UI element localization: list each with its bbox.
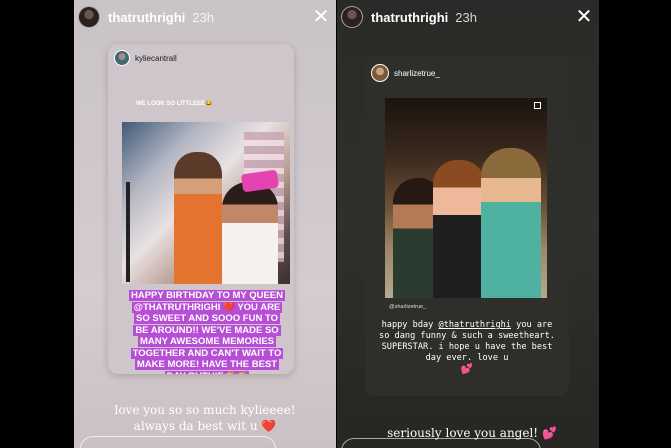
- heart-emoji: 💕: [460, 364, 474, 375]
- caption-line-1: love you so so much kylieeee!: [114, 403, 296, 417]
- reposted-story-card[interactable]: kyliecantrall WE LOOK SO LITTLEEE😂 HAPPY…: [108, 44, 294, 374]
- caption-line-2: always da best wit u ❤️: [133, 419, 277, 433]
- mention-link[interactable]: @thatruthrighi: [439, 320, 511, 330]
- reply-input[interactable]: [341, 438, 541, 448]
- story-left[interactable]: thatruthrighi 23h ✕ kyliecantrall WE LOO…: [74, 0, 336, 448]
- birthday-message: HAPPY BIRTHDAY TO MY QUEEN @THATRUTHRIGH…: [128, 290, 286, 374]
- story-caption: love you so so much kylieeee! always da …: [84, 402, 326, 434]
- card-username[interactable]: kyliecantrall: [135, 54, 177, 63]
- avatar[interactable]: [341, 6, 363, 28]
- story-time: 23h: [192, 9, 214, 25]
- story-username[interactable]: thatruthrighi: [108, 10, 185, 25]
- story-viewer: thatruthrighi 23h ✕ kyliecantrall WE LOO…: [0, 0, 671, 448]
- copy-icon: [534, 102, 541, 109]
- story-photo: [122, 122, 290, 284]
- message-text: happy bday: [381, 320, 439, 330]
- avatar[interactable]: [78, 6, 100, 28]
- avatar[interactable]: [114, 50, 130, 66]
- card-username[interactable]: sharlizetrue_: [394, 69, 440, 78]
- story-header: thatruthrighi 23h ✕: [78, 4, 330, 30]
- heart-emoji: 💕: [541, 426, 557, 440]
- story-message: happy bday @thatruthrighi you are so dan…: [377, 320, 557, 376]
- close-icon[interactable]: ✕: [575, 7, 593, 27]
- avatar[interactable]: [371, 64, 389, 82]
- story-right[interactable]: thatruthrighi 23h ✕ sharlizetrue_ @sharl…: [337, 0, 599, 448]
- close-icon[interactable]: ✕: [312, 7, 330, 27]
- card-header: sharlizetrue_: [371, 64, 440, 82]
- reply-input[interactable]: [80, 436, 276, 448]
- story-header: thatruthrighi 23h ✕: [341, 4, 593, 30]
- photo-credit: @sharlizetrue_: [389, 304, 427, 310]
- birthday-message-text: HAPPY BIRTHDAY TO MY QUEEN @THATRUTHRIGH…: [128, 290, 286, 374]
- story-time: 23h: [455, 9, 477, 25]
- story-photo: [385, 98, 547, 298]
- story-username[interactable]: thatruthrighi: [371, 10, 448, 25]
- small-caption: WE LOOK SO LITTLEEE😂: [136, 101, 213, 107]
- card-header: kyliecantrall: [114, 50, 177, 66]
